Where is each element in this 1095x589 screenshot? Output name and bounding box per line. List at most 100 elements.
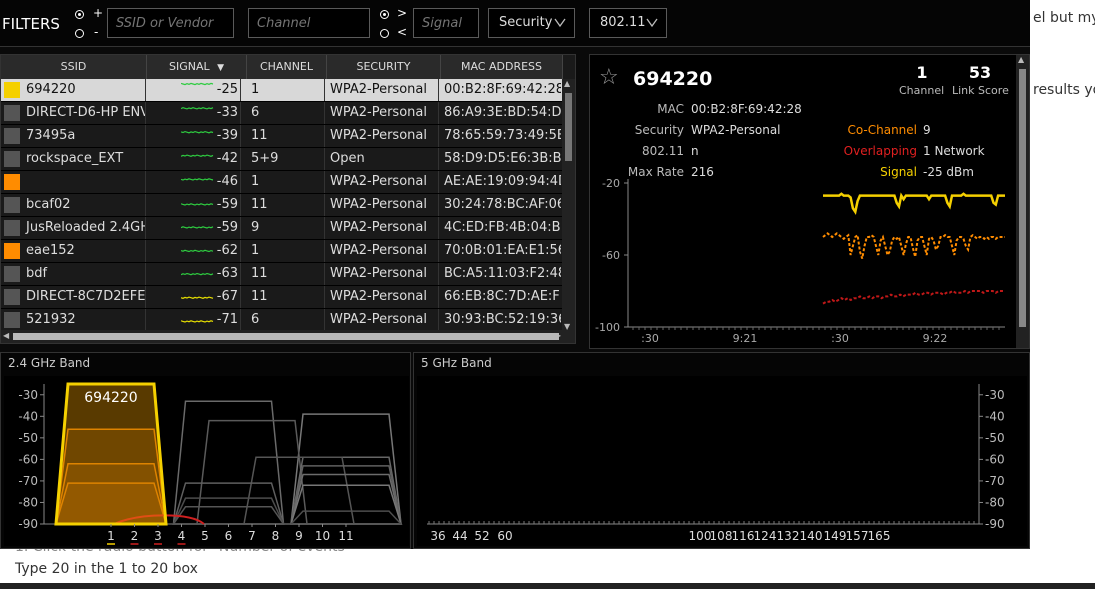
detail-scroll-up-icon[interactable]: ▲ <box>1018 55 1024 64</box>
minus-label: - <box>94 25 99 39</box>
table-row[interactable]: rockspace_EXT -42 5+9 Open 58:D9:D5:E6:3B:B9 <box>1 148 563 171</box>
band5-x-tick-label: 165 <box>868 529 891 543</box>
vertical-scrollbar[interactable]: ▲ ▼ <box>562 79 575 331</box>
row-ssid: bdf <box>24 263 146 285</box>
row-mac: BC:A5:11:03:F2:48 <box>444 266 561 281</box>
detail-scroll-thumb[interactable] <box>1019 69 1026 327</box>
band24-x-tick-label: 1 <box>107 529 115 543</box>
row-channel: 1 <box>247 240 325 262</box>
sparkline-path <box>181 272 214 276</box>
band5-y-tick-label: -50 <box>985 431 1005 445</box>
band5-x-tick-label: 132 <box>777 529 800 543</box>
band5-x-tick-label: 108 <box>710 529 733 543</box>
detail-score-value: 53 <box>968 63 992 82</box>
standard-value: n <box>691 144 699 158</box>
signal-less-radio[interactable] <box>380 29 389 38</box>
row-security: WPA2-Personal <box>327 102 439 124</box>
band5-x-tick-label: 36 <box>430 529 445 543</box>
band24-network-shape <box>172 400 285 525</box>
sparkline-path <box>181 82 214 86</box>
row-channel: 11 <box>247 263 325 285</box>
row-mac: AE:AE:19:09:94:4D <box>444 174 561 189</box>
network-color-swatch <box>4 289 20 305</box>
networks-table: SSID SIGNAL ▼ CHANNEL SECURITY MAC ADDRE… <box>0 54 576 344</box>
signal-input[interactable] <box>413 8 479 38</box>
band-5ghz-panel: 5 GHz Band -30 -40 -50 -60 -70 -80 -90 36 44 52 60… <box>413 352 1030 549</box>
table-row[interactable]: bcaf02 -59 11 WPA2-Personal 30:24:78:BC:AF:0… <box>1 194 563 217</box>
row-channel: 5+9 <box>247 148 325 170</box>
band5-y-tick-label: -60 <box>985 452 1005 466</box>
detail-channel-label: Channel <box>899 84 945 97</box>
scroll-right-icon[interactable]: ▶ <box>555 331 561 340</box>
column-header-signal[interactable]: SIGNAL ▼ <box>147 55 247 79</box>
scroll-left-icon[interactable]: ◀ <box>3 331 9 340</box>
detail-scrollbar[interactable]: ▲ <box>1016 55 1029 348</box>
history-series-line <box>822 289 1005 305</box>
column-header-channel[interactable]: CHANNEL <box>247 55 327 79</box>
signal-greater-radio[interactable] <box>380 10 389 19</box>
history-x-tick-label: :30 <box>641 332 659 345</box>
band24-x-tick-label: 3 <box>154 529 162 543</box>
band24-selected-network-label: 694220 <box>84 390 137 406</box>
table-row[interactable]: DIRECT-8C7D2EFE -67 11 WPA2-Personal 66:EB:8… <box>1 286 563 309</box>
row-channel: 6 <box>247 309 325 331</box>
favorite-star-icon[interactable]: ☆ <box>599 65 619 90</box>
band5-x-tick-label: 116 <box>732 529 755 543</box>
background-text-mid: results you <box>1033 82 1095 98</box>
band-5ghz-title: 5 GHz Band <box>421 356 492 370</box>
band24-x-tick-label: 5 <box>201 529 209 543</box>
horizontal-scrollbar[interactable]: ◀ ▶ <box>1 330 575 343</box>
table-row[interactable]: 694220 -25 1 WPA2-Personal 00:B2:8F:69:42:28 <box>1 79 563 102</box>
row-security: WPA2-Personal <box>327 79 439 101</box>
row-security: WPA2-Personal <box>327 263 439 285</box>
signal-sparkline <box>181 154 214 157</box>
table-row[interactable]: -46 1 WPA2-Personal AE:AE:19:09:94:4D <box>1 171 563 194</box>
signal-sparkline <box>181 130 214 134</box>
row-mac: 58:D9:D5:E6:3B:B9 <box>444 151 561 166</box>
band24-y-tick-label: -60 <box>18 452 38 466</box>
band5-x-tick-label: 52 <box>474 529 489 543</box>
signal-sparkline <box>181 320 214 323</box>
row-ssid: DIRECT-8C7D2EFE <box>24 286 146 308</box>
ssid-include-radio[interactable] <box>75 10 84 19</box>
ssid-exclude-radio[interactable] <box>75 29 84 38</box>
row-security: WPA2-Personal <box>327 171 439 193</box>
table-row[interactable]: DIRECT-D6-HP ENV -33 6 WPA2-Personal 86:A9:3… <box>1 102 563 125</box>
vertical-scroll-thumb[interactable] <box>565 93 572 161</box>
table-row[interactable]: bdf -63 11 WPA2-Personal BC:A5:11:03:F2:48 <box>1 263 563 286</box>
column-header-ssid[interactable]: SSID <box>1 55 147 79</box>
detail-score-label: Link Score <box>952 84 1009 97</box>
signal-header-label: SIGNAL <box>168 60 210 73</box>
horizontal-scroll-thumb[interactable] <box>13 333 559 340</box>
table-row[interactable]: eae152 -62 1 WPA2-Personal 70:0B:01:EA:E1:56 <box>1 240 563 263</box>
table-body: 694220 -25 1 WPA2-Personal 00:B2:8F:69:42:28… <box>1 79 563 343</box>
column-header-security[interactable]: SECURITY <box>327 55 441 79</box>
ssid-vendor-input[interactable] <box>107 8 234 38</box>
band-24ghz-title: 2.4 GHz Band <box>8 356 91 370</box>
band5-x-tick-label: 44 <box>452 529 467 543</box>
row-channel: 11 <box>247 125 325 147</box>
band24-y-tick-label: -90 <box>18 517 38 531</box>
row-security: WPA2-Personal <box>327 240 439 262</box>
standard-dropdown[interactable]: 802.11 <box>589 8 667 38</box>
row-security: WPA2-Personal <box>327 309 439 331</box>
table-row[interactable]: JusReloaded 2.4GH -59 9 WPA2-Personal 4C:ED:… <box>1 217 563 240</box>
band24-y-tick-label: -80 <box>18 495 38 509</box>
band24-network-shape <box>290 413 402 525</box>
band5-x-tick-label: 124 <box>754 529 777 543</box>
scroll-up-icon[interactable]: ▲ <box>564 79 570 88</box>
channel-input[interactable] <box>248 8 370 38</box>
band-24ghz-chart: -30 -40 -50 -60 -70 -80 -90 694220 1 2 3 4 5 6 7 8 9 10 11 <box>4 376 409 546</box>
signal-sparkline <box>181 178 214 181</box>
column-header-mac[interactable]: MAC ADDRESS <box>441 55 563 79</box>
table-row[interactable]: 521932 -71 6 WPA2-Personal 30:93:BC:52:19:36 <box>1 309 563 332</box>
table-row[interactable]: 73495a -39 11 WPA2-Personal 78:65:59:73:49:5… <box>1 125 563 148</box>
network-color-swatch <box>4 151 20 167</box>
band24-x-tick-label: 2 <box>131 529 139 543</box>
sparkline-path <box>181 107 214 110</box>
band5-x-tick-label: 140 <box>800 529 823 543</box>
security-dropdown[interactable]: Security <box>488 8 575 38</box>
background-bottom-bar <box>0 583 1095 589</box>
row-mac: 00:B2:8F:69:42:28 <box>444 82 561 97</box>
row-mac: 78:65:59:73:49:5E <box>444 128 561 143</box>
